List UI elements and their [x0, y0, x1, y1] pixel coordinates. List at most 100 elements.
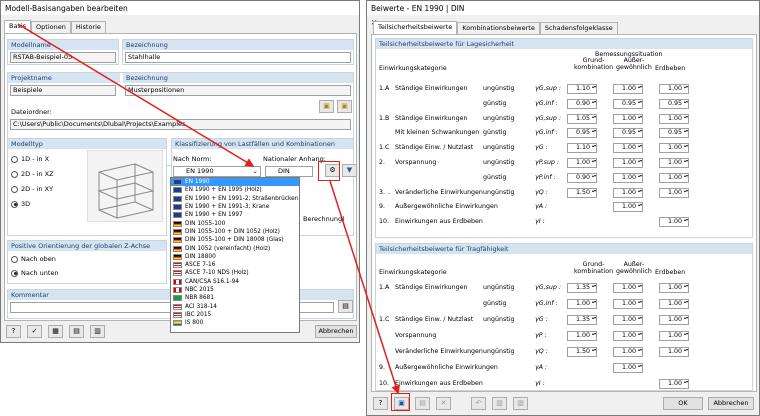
tab-basis[interactable]: Basis: [4, 20, 32, 33]
desc-field[interactable]: Stahlhalle: [125, 52, 351, 63]
annex-select[interactable]: DIN: [265, 166, 313, 177]
cancel-button[interactable]: Abbrechen: [708, 397, 754, 410]
factor-spinner[interactable]: 0.95: [659, 98, 689, 109]
factor-spinner[interactable]: 0.95: [567, 128, 597, 139]
edit-icon[interactable]: ▤: [415, 397, 430, 410]
table-icon[interactable]: ▦: [48, 325, 63, 338]
factor-spinner[interactable]: 1.00: [659, 113, 689, 124]
list-item[interactable]: IS 800: [171, 319, 299, 327]
factor-spinner[interactable]: 1.00: [613, 84, 643, 94]
cancel-button[interactable]: Abbrechen: [315, 325, 357, 338]
filter-icon[interactable]: ▼: [342, 164, 357, 177]
radio-3d[interactable]: 3D: [11, 200, 30, 208]
list-item[interactable]: DIN 1055-100 + DIN 18008 (Glas): [171, 236, 299, 244]
load-icon[interactable]: ▥: [513, 397, 528, 410]
delete-icon[interactable]: ✕: [436, 397, 451, 410]
factor-spinner[interactable]: 0.95: [613, 98, 643, 109]
factor-spinner[interactable]: 1.00: [613, 113, 643, 124]
project-name-field[interactable]: Beispiele: [10, 85, 116, 96]
proj-desc-field[interactable]: Musterpositionen: [125, 85, 351, 96]
factor-spinner[interactable]: 0.95: [613, 128, 643, 139]
list-item[interactable]: EN 1990 + EN 1995 (Holz): [171, 186, 299, 194]
factor-spinner[interactable]: 0.90: [567, 172, 597, 183]
folder-open-icon[interactable]: ▣: [319, 100, 334, 113]
list-item[interactable]: DIN 18800: [171, 253, 299, 261]
save-icon[interactable]: ▥: [492, 397, 507, 410]
radio-nach-oben[interactable]: Nach oben: [11, 255, 56, 263]
factor-spinner[interactable]: 0.95: [659, 128, 689, 139]
factor-spinner[interactable]: 1.00: [613, 202, 643, 213]
tab-teilsicherheit[interactable]: Teilsicherheitsbeiwerte: [373, 21, 458, 34]
factor-spinner[interactable]: 1.00: [659, 143, 689, 154]
list-item[interactable]: IBC 2015: [171, 311, 299, 319]
model-name-field[interactable]: RSTAB-Beispiel-03: [10, 52, 116, 63]
factor-spinner[interactable]: 1.00: [659, 187, 689, 198]
norm-dropdown-list[interactable]: EN 1990 EN 1990 + EN 1995 (Holz) EN 1990…: [170, 177, 300, 333]
list-item[interactable]: EN 1990 + EN 1991-3; Krane: [171, 203, 299, 211]
list-item[interactable]: ACI 318-14: [171, 302, 299, 310]
factor-spinner[interactable]: 1.05: [567, 113, 597, 124]
radio-2d-xz[interactable]: 2D - in XZ: [11, 170, 54, 178]
undo-icon[interactable]: ↶: [471, 397, 486, 410]
factor-spinner[interactable]: 1.00: [613, 158, 643, 168]
list-item[interactable]: EN 1990 + EN 1991-2; Straßenbrücken: [171, 195, 299, 203]
factor-spinner[interactable]: 1.00: [613, 172, 643, 183]
factor-spinner[interactable]: 1.00: [613, 331, 643, 341]
list-item[interactable]: ASCE 7-16: [171, 261, 299, 269]
factor-spinner[interactable]: 1.10: [567, 143, 597, 154]
row-symbol: γG,inf :: [535, 129, 558, 137]
import-icon[interactable]: ▥: [90, 325, 105, 338]
list-item[interactable]: DIN 1052 (vereinfacht) (Holz): [171, 244, 299, 252]
factor-spinner[interactable]: 1.00: [613, 315, 643, 325]
list-item[interactable]: EN 1990: [171, 178, 299, 187]
factor-spinner[interactable]: 0.90: [567, 98, 597, 109]
tab-kombination[interactable]: Kombinationsbeiwerte: [457, 22, 540, 34]
factor-spinner[interactable]: 1.50: [567, 187, 597, 198]
factor-spinner[interactable]: 1.35: [567, 315, 597, 325]
factor-spinner[interactable]: 1.00: [659, 283, 689, 293]
help-icon[interactable]: ?: [373, 397, 388, 410]
factor-spinner[interactable]: 1.00: [659, 315, 689, 325]
factor-spinner[interactable]: 1.00: [659, 331, 689, 341]
tab-schadensfolge[interactable]: Schadensfolgeklasse: [539, 22, 618, 34]
factor-spinner[interactable]: 1.00: [613, 283, 643, 293]
folder-edit-icon[interactable]: ▣: [337, 100, 352, 113]
list-item[interactable]: DIN 1055-100: [171, 219, 299, 227]
factor-spinner[interactable]: 1.00: [613, 299, 643, 309]
export-icon[interactable]: ▤: [69, 325, 84, 338]
list-item[interactable]: CAN/CSA S16.1-94: [171, 278, 299, 286]
factor-spinner[interactable]: 1.00: [567, 158, 597, 168]
norm-select[interactable]: EN 1990 ⌄: [173, 166, 261, 177]
factor-spinner[interactable]: 1.00: [613, 363, 643, 373]
radio-nach-unten[interactable]: Nach unten: [11, 269, 59, 277]
row-category: Vorspannung: [395, 332, 437, 339]
tab-optionen[interactable]: Optionen: [31, 21, 71, 33]
list-item[interactable]: NBC 2015: [171, 286, 299, 294]
factor-spinner[interactable]: 1.00: [613, 347, 643, 357]
factor-spinner[interactable]: 1.00: [659, 158, 689, 168]
factor-spinner[interactable]: 1.00: [659, 172, 689, 183]
factor-spinner[interactable]: 1.50: [567, 347, 597, 357]
list-item[interactable]: DIN 1055-100 + DIN 1052 (Holz): [171, 228, 299, 236]
factor-spinner[interactable]: 1.00: [659, 379, 689, 389]
list-item[interactable]: ASCE 7-10 NDS (Holz): [171, 269, 299, 277]
factor-spinner[interactable]: 1.00: [659, 299, 689, 309]
factor-spinner[interactable]: 1.00: [567, 331, 597, 341]
factor-spinner[interactable]: 1.35: [567, 283, 597, 293]
tab-historie[interactable]: Historie: [70, 21, 106, 33]
check-icon[interactable]: ✓: [27, 325, 42, 338]
factor-spinner[interactable]: 1.00: [613, 187, 643, 198]
radio-2d-xy[interactable]: 2D - in XY: [11, 185, 53, 193]
factor-spinner[interactable]: 1.00: [659, 84, 689, 94]
list-item[interactable]: EN 1990 + EN 1997: [171, 211, 299, 219]
ok-button[interactable]: OK: [663, 397, 703, 410]
list-item[interactable]: NBR 8681: [171, 294, 299, 302]
radio-1d[interactable]: 1D - in X: [11, 155, 49, 163]
factor-spinner[interactable]: 1.00: [613, 143, 643, 154]
factor-spinner[interactable]: 1.00: [567, 299, 597, 309]
factor-spinner[interactable]: 1.10: [567, 84, 597, 94]
help-icon[interactable]: ?: [6, 325, 21, 338]
factor-spinner[interactable]: 1.00: [659, 217, 689, 228]
factor-spinner[interactable]: 1.00: [659, 347, 689, 357]
comment-icon[interactable]: ▤: [338, 300, 353, 313]
